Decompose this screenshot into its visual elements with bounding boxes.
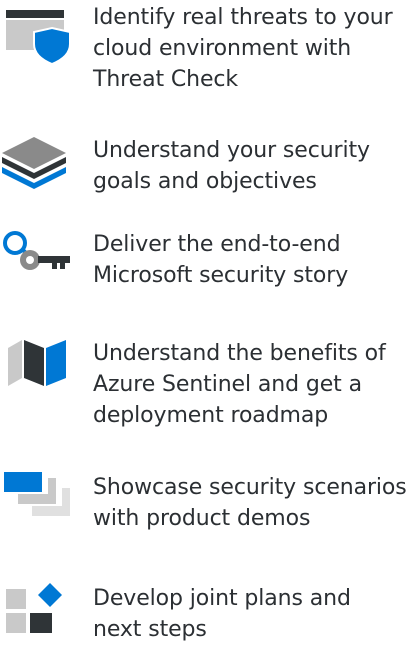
stacked-windows-icon [4, 472, 70, 516]
item-text: Deliver the end-to-end Microsoft securit… [93, 232, 349, 288]
item-text: Showcase security scenarios with product… [93, 475, 407, 531]
search-key-icon [3, 231, 70, 270]
item-text: Develop joint plans and next steps [93, 586, 351, 642]
item-text: Understand the benefits of Azure Sentine… [93, 341, 386, 428]
shield-window-icon [6, 10, 71, 66]
blocks-diamond-icon [6, 583, 62, 633]
map-icon [8, 340, 66, 386]
item-text: Understand your security goals and objec… [93, 138, 370, 194]
item-text: Identify real threats to your cloud envi… [93, 5, 393, 92]
layers-icon [2, 137, 66, 189]
